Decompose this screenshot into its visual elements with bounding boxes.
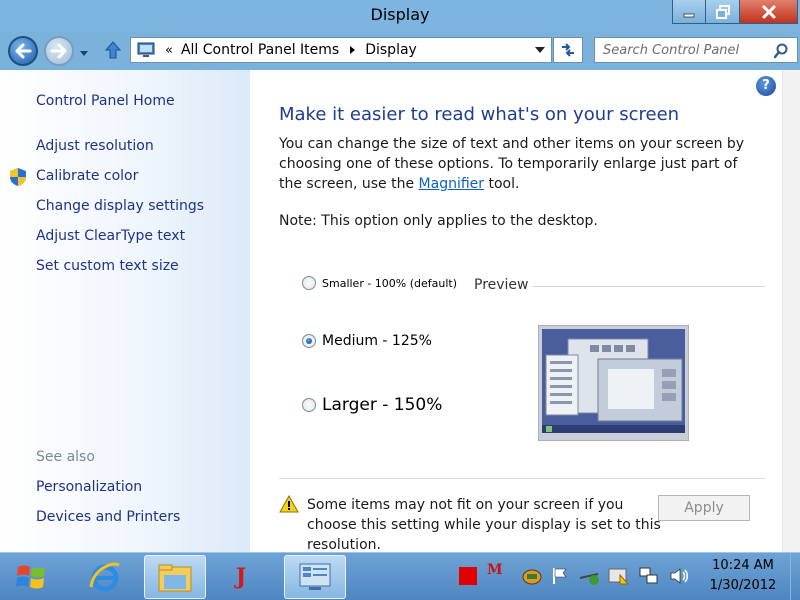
control-panel-icon xyxy=(137,42,155,57)
forward-arrow-icon xyxy=(50,43,67,59)
taskbar: J M 10:24 AM 1/30/2012 xyxy=(0,552,800,600)
option-larger-label[interactable]: Larger - 150% xyxy=(322,395,442,415)
set-custom-text-size-link[interactable]: Set custom text size xyxy=(36,258,179,274)
action-center-flag-icon[interactable] xyxy=(550,566,570,586)
address-dropdown-icon[interactable] xyxy=(535,47,545,54)
taskbar-java[interactable]: J xyxy=(210,555,272,599)
preview-divider xyxy=(533,286,765,287)
help-button[interactable]: ? xyxy=(756,76,776,96)
vertical-scrollbar[interactable] xyxy=(782,70,800,552)
breadcrumb-display[interactable]: Display xyxy=(365,42,417,58)
breadcrumb-overflow[interactable]: « xyxy=(165,43,173,58)
see-also-heading: See also xyxy=(36,449,95,465)
volume-icon[interactable] xyxy=(668,566,690,586)
restore-icon xyxy=(715,4,730,19)
clock-time: 10:24 AM xyxy=(712,558,774,573)
close-icon xyxy=(762,5,775,18)
task-pane: Control Panel Home Adjust resolution Cal… xyxy=(0,70,250,552)
footer-divider xyxy=(279,478,765,479)
internet-explorer-icon xyxy=(89,562,120,592)
update-tray-icon[interactable] xyxy=(578,566,602,586)
option-smaller[interactable]: Smaller - 100% (default) xyxy=(302,276,457,290)
address-bar[interactable]: « All Control Panel Items Display xyxy=(130,37,552,63)
red-square-tray-icon[interactable] xyxy=(458,566,478,586)
up-button[interactable] xyxy=(104,40,122,64)
navigation-bar: « All Control Panel Items Display xyxy=(0,32,800,70)
minimize-button[interactable] xyxy=(672,0,706,24)
folder-icon xyxy=(158,564,192,592)
content-area: Control Panel Home Adjust resolution Cal… xyxy=(0,70,800,552)
restore-button[interactable] xyxy=(706,0,740,24)
option-medium-label[interactable]: Medium - 125% xyxy=(322,333,432,349)
calibrate-color-link[interactable]: Calibrate color xyxy=(36,168,138,184)
radio-larger[interactable] xyxy=(302,398,316,412)
option-smaller-label[interactable]: Smaller - 100% (default) xyxy=(322,277,457,290)
personalization-link[interactable]: Personalization xyxy=(36,479,142,495)
refresh-button[interactable] xyxy=(553,37,583,63)
warning-icon xyxy=(279,495,299,513)
display-settings-icon xyxy=(299,563,331,590)
taskbar-control-panel[interactable] xyxy=(284,555,346,599)
adjust-cleartype-link[interactable]: Adjust ClearType text xyxy=(36,228,185,244)
recent-pages-button[interactable] xyxy=(79,46,89,62)
taskbar-internet-explorer[interactable] xyxy=(74,555,136,599)
close-button[interactable] xyxy=(740,0,798,24)
mail-tray-icon[interactable]: M xyxy=(487,562,503,578)
radio-smaller[interactable] xyxy=(302,276,316,290)
refresh-icon xyxy=(562,43,574,57)
search-icon[interactable] xyxy=(773,43,789,59)
warning-text: Some items may not fit on your screen if… xyxy=(307,497,661,552)
preview-label: Preview xyxy=(474,277,529,293)
windows-update-icon[interactable] xyxy=(607,566,631,586)
magnifier-link[interactable]: Magnifier xyxy=(419,176,485,192)
title-bar[interactable]: Display xyxy=(0,0,800,32)
option-larger[interactable]: Larger - 150% xyxy=(302,395,442,415)
taskbar-file-explorer[interactable] xyxy=(144,555,206,599)
forward-button[interactable] xyxy=(44,36,74,66)
system-clock[interactable]: 10:24 AM 1/30/2012 xyxy=(702,556,784,596)
page-heading: Make it easier to read what's on your sc… xyxy=(279,104,680,125)
apply-button[interactable]: Apply xyxy=(658,495,750,521)
main-pane: ? Make it easier to read what's on your … xyxy=(250,70,800,552)
uac-shield-icon xyxy=(10,168,26,186)
description-text: You can change the size of text and othe… xyxy=(279,134,759,194)
search-box[interactable] xyxy=(594,37,798,63)
breadcrumb-all-items[interactable]: All Control Panel Items xyxy=(181,42,339,58)
chevron-down-icon xyxy=(80,51,88,56)
option-medium[interactable]: Medium - 125% xyxy=(302,333,432,349)
change-display-settings-link[interactable]: Change display settings xyxy=(36,198,204,214)
search-input[interactable] xyxy=(595,38,765,62)
clock-date: 1/30/2012 xyxy=(709,578,777,593)
devices-and-printers-link[interactable]: Devices and Printers xyxy=(36,509,180,525)
back-button[interactable] xyxy=(8,36,38,66)
java-icon: J xyxy=(235,564,247,590)
description-text-end: tool. xyxy=(484,176,520,192)
show-desktop-button[interactable] xyxy=(790,553,800,600)
minimize-icon xyxy=(683,13,695,17)
chevron-right-icon[interactable] xyxy=(349,45,357,55)
network-connection-icon[interactable] xyxy=(638,566,660,586)
preview-image xyxy=(538,325,689,441)
control-panel-window: Display « All Control Panel Items Displa… xyxy=(0,0,800,552)
up-arrow-icon xyxy=(104,41,122,59)
start-button[interactable] xyxy=(14,559,50,595)
note-text: Note: This option only applies to the de… xyxy=(279,213,598,229)
adjust-resolution-link[interactable]: Adjust resolution xyxy=(36,138,154,154)
back-arrow-icon xyxy=(15,43,32,59)
control-panel-home-link[interactable]: Control Panel Home xyxy=(36,93,175,109)
network-tray-icon[interactable] xyxy=(521,566,543,586)
radio-medium[interactable] xyxy=(302,334,316,348)
